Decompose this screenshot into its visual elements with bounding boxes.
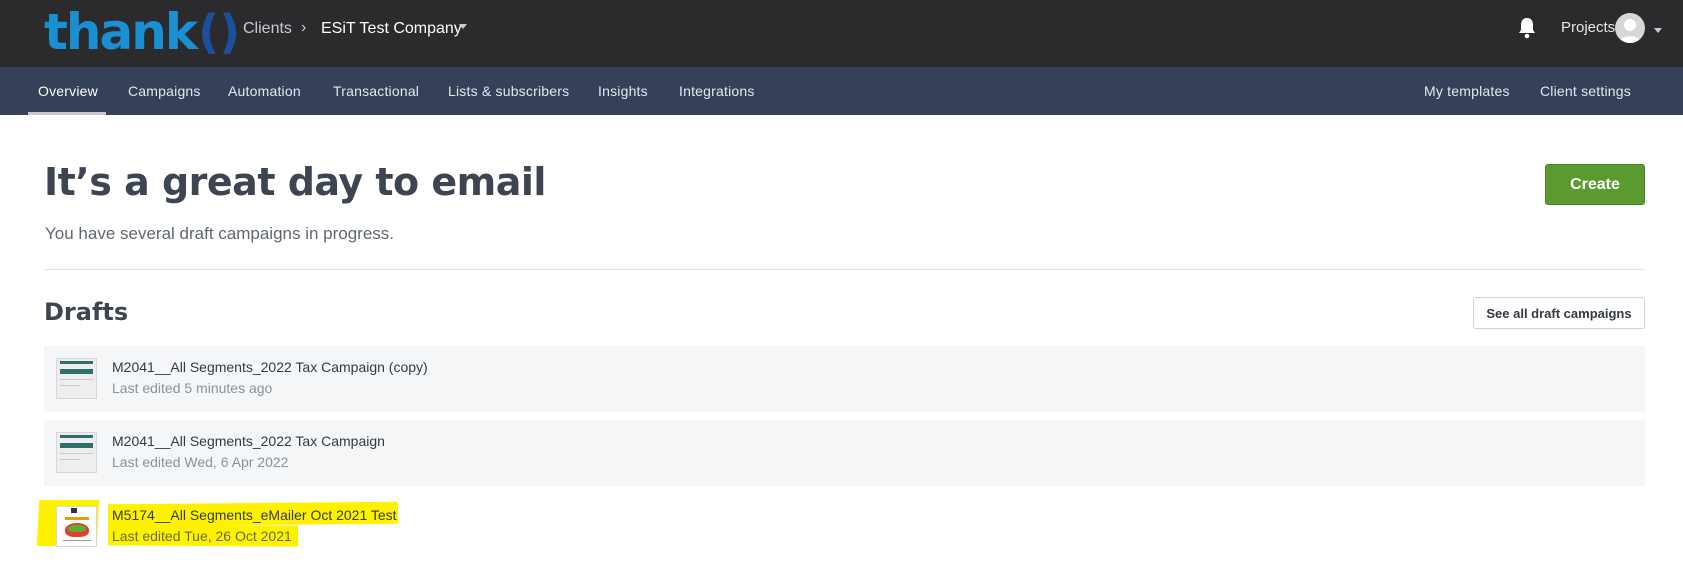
draft-title[interactable]: M5174__All Segments_eMailer Oct 2021 Tes… <box>112 507 397 523</box>
top-bar: thank () Clients › ESiT Test Company Pro… <box>0 0 1683 67</box>
drafts-heading: Drafts <box>44 298 129 326</box>
company-selector[interactable]: ESiT Test Company <box>321 20 462 38</box>
tab-client-settings[interactable]: Client settings <box>1540 67 1631 115</box>
active-tab-indicator <box>28 112 106 115</box>
draft-title[interactable]: M2041__All Segments_2022 Tax Campaign (c… <box>112 359 428 375</box>
page-subtitle: You have several draft campaigns in prog… <box>45 224 395 243</box>
draft-title[interactable]: M2041__All Segments_2022 Tax Campaign <box>112 433 385 449</box>
campaign-thumbnail <box>56 358 97 399</box>
tab-insights[interactable]: Insights <box>598 67 648 115</box>
draft-row[interactable]: M2041__All Segments_2022 Tax Campaign (c… <box>44 346 1645 412</box>
draft-last-edited: Last edited Wed, 6 Apr 2022 <box>112 454 289 470</box>
logo[interactable]: thank () <box>44 2 240 62</box>
campaign-thumbnail <box>56 506 97 547</box>
logo-mark: () <box>198 5 241 59</box>
campaign-thumbnail <box>56 432 97 473</box>
tab-overview[interactable]: Overview <box>38 67 98 115</box>
see-all-drafts-button[interactable]: See all draft campaigns <box>1473 297 1645 329</box>
page-title: It’s a great day to email <box>44 160 546 204</box>
draft-row[interactable]: M2041__All Segments_2022 Tax Campaign La… <box>44 420 1645 486</box>
tab-integrations[interactable]: Integrations <box>679 67 755 115</box>
draft-last-edited: Last edited Tue, 26 Oct 2021 <box>112 528 292 544</box>
draft-last-edited: Last edited 5 minutes ago <box>112 380 273 396</box>
tab-lists-subscribers[interactable]: Lists & subscribers <box>448 67 569 115</box>
tab-my-templates[interactable]: My templates <box>1424 67 1510 115</box>
projects-menu[interactable]: Projects <box>1561 19 1615 36</box>
avatar[interactable] <box>1615 13 1645 43</box>
tab-automation[interactable]: Automation <box>228 67 301 115</box>
logo-text: thank <box>44 3 198 61</box>
draft-row[interactable]: M5174__All Segments_eMailer Oct 2021 Tes… <box>44 494 1645 560</box>
tab-transactional[interactable]: Transactional <box>333 67 419 115</box>
create-button[interactable]: Create <box>1545 164 1645 205</box>
main-nav: Overview Campaigns Automation Transactio… <box>0 67 1683 115</box>
bell-icon[interactable] <box>1517 17 1537 39</box>
chevron-down-icon[interactable] <box>459 24 467 29</box>
divider <box>44 269 1645 270</box>
chevron-down-icon[interactable] <box>1654 28 1662 33</box>
user-icon <box>1619 19 1641 43</box>
tab-campaigns[interactable]: Campaigns <box>128 67 201 115</box>
breadcrumb-clients[interactable]: Clients <box>243 20 292 38</box>
breadcrumb-separator: › <box>301 19 307 36</box>
